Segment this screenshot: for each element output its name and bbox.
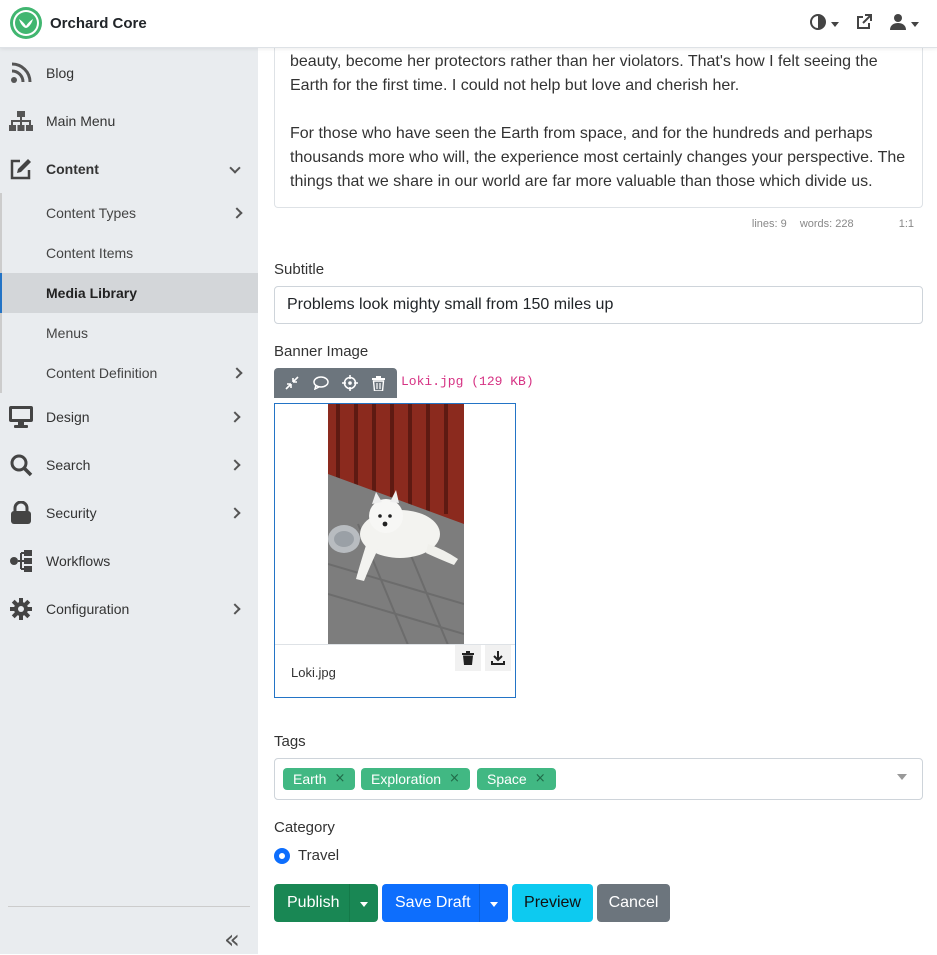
remove-tag-icon[interactable]: × (535, 768, 546, 790)
cancel-button[interactable]: Cancel (597, 884, 670, 922)
contrast-icon (809, 13, 827, 36)
rss-icon (8, 60, 34, 86)
sidebar-item-content[interactable]: Content (0, 145, 258, 193)
sidebar-item-workflows[interactable]: Workflows (0, 537, 258, 585)
theme-toggle-button[interactable] (809, 13, 839, 36)
sidebar-subitem-content-items[interactable]: Content Items (0, 233, 258, 273)
download-icon[interactable] (485, 645, 511, 671)
subtitle-input[interactable]: Problems look mighty small from 150 mile… (274, 286, 923, 324)
sidebar-subitem-media-library[interactable]: Media Library (0, 273, 258, 313)
banner-image-label: Banner Image (274, 343, 369, 360)
external-link-icon (855, 13, 873, 36)
lock-icon (8, 500, 34, 526)
chevron-down-icon (229, 162, 241, 174)
sidebar-item-label: Media Library (46, 285, 138, 301)
sidebar-item-label: Design (46, 409, 90, 425)
visit-site-button[interactable] (855, 13, 873, 36)
chevron-down-icon (911, 22, 919, 27)
user-icon (889, 13, 907, 36)
media-card-filename: Loki.jpg (291, 665, 336, 680)
banner-file-info: Loki.jpg (129 KB) (401, 374, 534, 389)
sidebar-item-label: Main Menu (46, 113, 116, 129)
sidebar-item-blog[interactable]: Blog (0, 49, 258, 97)
editor-statusbar: lines: 9 words: 228 1:1 (274, 218, 914, 230)
chevron-right-icon (229, 459, 241, 471)
gear-icon (8, 596, 34, 622)
tag-chip: Space × (477, 768, 556, 790)
sidebar-item-label: Security (46, 505, 97, 521)
sidebar-subitem-content-definition[interactable]: Content Definition (0, 353, 258, 393)
subtitle-label: Subtitle (274, 261, 325, 278)
media-card[interactable]: Loki.jpg (274, 403, 516, 698)
sidebar-item-label: Content Types (46, 205, 137, 221)
edit-icon (8, 156, 34, 182)
collapse-sidebar-button[interactable]: « (224, 925, 240, 955)
body-editor[interactable]: beauty, become her protectors rather tha… (274, 40, 923, 208)
save-draft-label: Save Draft (395, 894, 471, 911)
tag-chip: Exploration × (361, 768, 470, 790)
orchard-logo-icon (10, 7, 42, 39)
workflow-icon (8, 548, 34, 574)
sidebar-item-label: Content Items (46, 245, 134, 261)
sidebar-item-label: Content Definition (46, 365, 158, 381)
trash-icon[interactable] (368, 372, 390, 394)
brand[interactable]: Orchard Core (10, 7, 147, 39)
sidebar-item-label: Workflows (46, 553, 111, 569)
tag-chip: Earth × (283, 768, 356, 790)
sidebar-subitem-content-types[interactable]: Content Types (0, 193, 258, 233)
media-card-footer: Loki.jpg (275, 644, 515, 698)
sidebar-item-search[interactable]: Search (0, 441, 258, 489)
status-lines: lines: 9 (751, 218, 787, 230)
sidebar-item-label: Configuration (46, 601, 130, 617)
sidebar-subitem-menus[interactable]: Menus (0, 313, 258, 353)
chevron-down-icon (831, 22, 839, 27)
sidebar-item-label: Content (46, 161, 99, 177)
dog-photo-thumbnail (328, 404, 464, 645)
sidebar-divider (8, 906, 250, 907)
category-option-label[interactable]: Travel (298, 847, 339, 864)
trash-icon[interactable] (455, 645, 481, 671)
remove-tag-icon[interactable]: × (449, 768, 460, 790)
sidebar-item-label: Blog (46, 65, 75, 81)
chevron-right-icon (229, 507, 241, 519)
remove-tag-icon[interactable]: × (334, 768, 345, 790)
chevron-right-icon (231, 367, 243, 379)
chevron-right-icon (231, 207, 243, 219)
tag-label: Exploration (371, 771, 442, 787)
publish-dropdown-caret-icon[interactable] (360, 902, 368, 907)
publish-label: Publish (287, 894, 340, 911)
sidebar-item-label: Search (46, 457, 91, 473)
tags-multiselect[interactable]: Earth × Exploration × Space × (274, 758, 923, 800)
sidebar-item-design[interactable]: Design (0, 393, 258, 441)
body-paragraph: beauty, become her protectors rather tha… (290, 53, 878, 94)
app-title: Orchard Core (50, 14, 147, 32)
top-navbar: Orchard Core (0, 0, 937, 48)
sidebar: Blog Main Menu Content Content Types Con… (0, 48, 258, 955)
body-paragraph: For those who have seen the Earth from s… (290, 125, 906, 190)
crosshair-icon[interactable] (339, 372, 361, 394)
user-menu-button[interactable] (889, 13, 919, 36)
compress-icon[interactable] (281, 372, 303, 394)
chevron-down-icon[interactable] (897, 774, 907, 780)
monitor-icon (8, 404, 34, 430)
sitemap-icon (8, 108, 34, 134)
chevron-right-icon (229, 411, 241, 423)
search-icon (8, 452, 34, 478)
preview-button[interactable]: Preview (512, 884, 593, 922)
category-label: Category (274, 819, 335, 836)
save-draft-dropdown-caret-icon[interactable] (490, 902, 498, 907)
media-toolbar (274, 368, 397, 398)
category-radio-travel[interactable] (274, 848, 290, 864)
sidebar-item-main-menu[interactable]: Main Menu (0, 97, 258, 145)
sidebar-item-configuration[interactable]: Configuration (0, 585, 258, 633)
status-words: words: 228 (799, 218, 854, 230)
comment-icon[interactable] (310, 372, 332, 394)
sidebar-item-security[interactable]: Security (0, 489, 258, 537)
tag-label: Earth (293, 771, 327, 787)
tags-label: Tags (274, 733, 306, 750)
chevron-right-icon (229, 603, 241, 615)
sidebar-item-label: Menus (46, 325, 89, 341)
tag-label: Space (487, 771, 527, 787)
status-cursor: 1:1 (898, 218, 914, 230)
